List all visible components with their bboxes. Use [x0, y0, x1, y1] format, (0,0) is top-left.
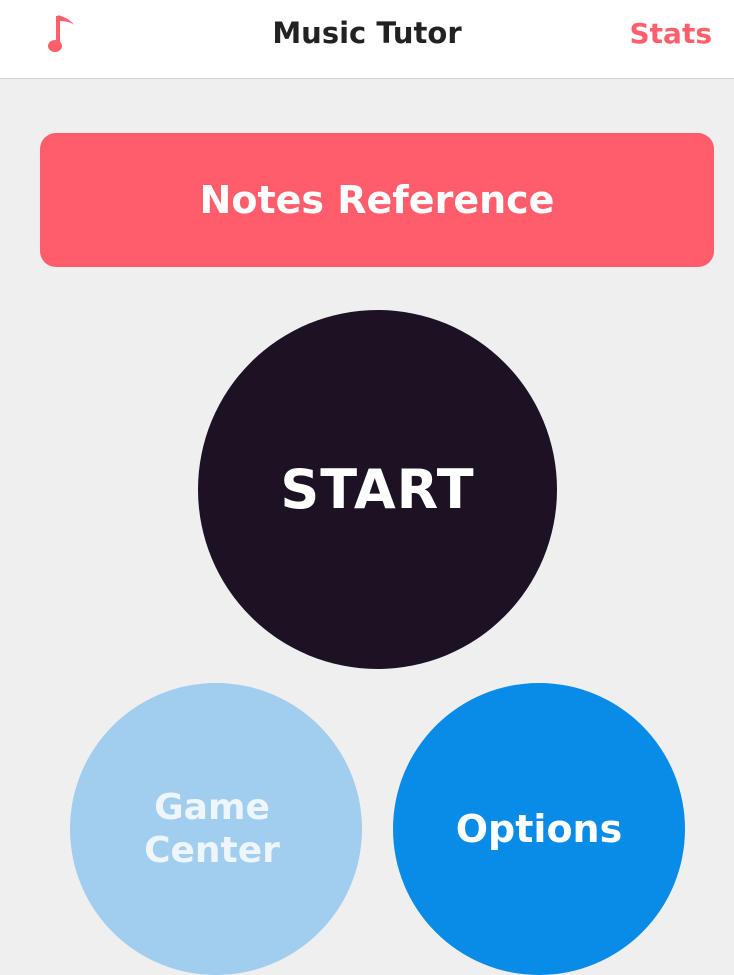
start-button[interactable]: START	[198, 310, 557, 669]
game-center-button[interactable]: Game Center	[70, 683, 362, 975]
options-button[interactable]: Options	[393, 683, 685, 975]
nav-bar: Music Tutor Stats	[0, 0, 734, 79]
page-title: Music Tutor	[272, 16, 462, 50]
stats-button[interactable]: Stats	[630, 17, 713, 50]
game-center-label-line1: Game	[154, 786, 270, 828]
game-center-label-line2: Center	[144, 830, 280, 871]
notes-reference-button[interactable]: Notes Reference	[40, 133, 714, 267]
